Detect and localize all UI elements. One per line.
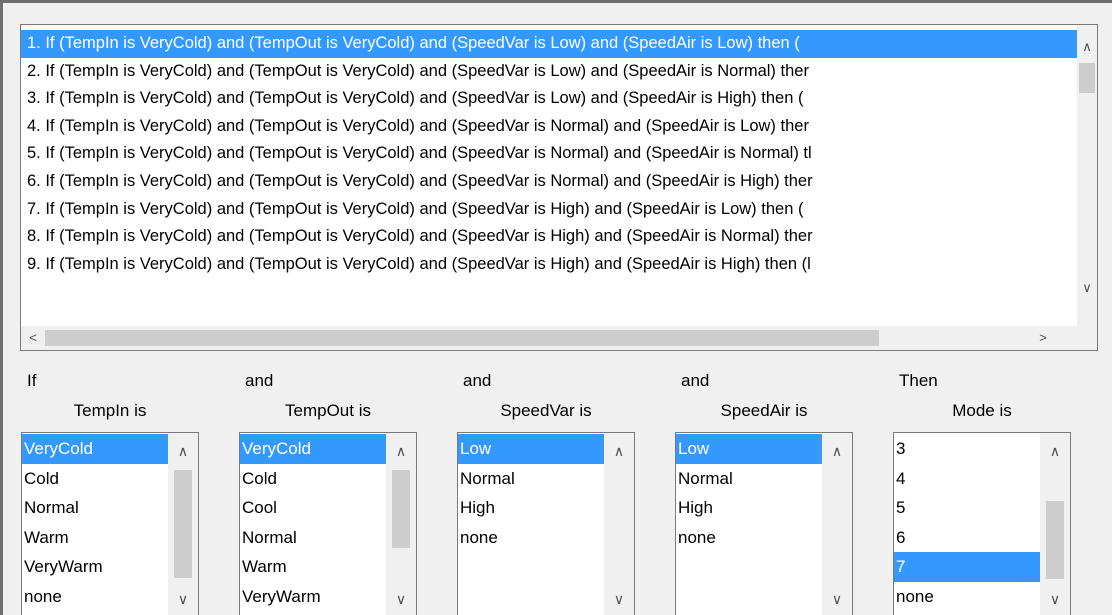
chevron-down-icon[interactable]: ∨: [168, 584, 198, 614]
rules-listbox[interactable]: 1. If (TempIn is VeryCold) and (TempOut …: [20, 24, 1098, 351]
rule-row[interactable]: 4. If (TempIn is VeryCold) and (TempOut …: [21, 113, 1079, 141]
if-connector-label: If: [27, 371, 37, 390]
rule-row[interactable]: 6. If (TempIn is VeryCold) and (TempOut …: [21, 168, 1079, 196]
chevron-down-icon[interactable]: ∨: [386, 584, 416, 614]
tempout-scrollbar[interactable]: ∧ ∨: [386, 433, 416, 615]
list-item[interactable]: Low: [458, 434, 606, 464]
tempin-title: TempIn is: [73, 401, 147, 420]
chevron-up-icon[interactable]: ∧: [1040, 436, 1070, 466]
list-item[interactable]: VeryCold: [22, 434, 170, 464]
tempout-items: VeryCold Cold Cool Normal Warm VeryWarm: [240, 434, 388, 611]
chevron-up-icon[interactable]: ∧: [822, 436, 852, 466]
rule-row[interactable]: 3. If (TempIn is VeryCold) and (TempOut …: [21, 85, 1079, 113]
speedair-listbox[interactable]: Low Normal High none ∧ ∨: [675, 432, 853, 615]
speedair-items: Low Normal High none: [676, 434, 824, 552]
rule-row[interactable]: 2. If (TempIn is VeryCold) and (TempOut …: [21, 58, 1079, 86]
list-item[interactable]: 3: [894, 434, 1042, 464]
list-item[interactable]: VeryCold: [240, 434, 388, 464]
chevron-down-icon[interactable]: ∨: [1077, 278, 1097, 298]
mode-scrollbar[interactable]: ∧ ∨: [1040, 433, 1070, 615]
rules-horizontal-scroll-thumb[interactable]: [45, 330, 879, 346]
rule-editor-panel: 1. If (TempIn is VeryCold) and (TempOut …: [0, 0, 1112, 615]
tempout-title: TempOut is: [285, 401, 371, 420]
list-item[interactable]: 7: [894, 552, 1042, 582]
chevron-up-icon[interactable]: ∧: [386, 436, 416, 466]
list-item[interactable]: Normal: [240, 523, 388, 553]
rule-row[interactable]: 9. If (TempIn is VeryCold) and (TempOut …: [21, 251, 1079, 279]
then-connector-label: Then: [899, 371, 938, 390]
mode-scroll-thumb[interactable]: [1046, 501, 1064, 579]
mode-items: 3 4 5 6 7 none: [894, 434, 1042, 611]
speedvar-scrollbar[interactable]: ∧ ∨: [604, 433, 634, 615]
list-item[interactable]: none: [22, 582, 170, 612]
list-item[interactable]: Normal: [458, 464, 606, 494]
rules-horizontal-scrollbar[interactable]: < >: [21, 326, 1097, 350]
chevron-up-icon[interactable]: ∧: [168, 436, 198, 466]
list-item[interactable]: High: [458, 493, 606, 523]
tempin-scroll-thumb[interactable]: [174, 470, 192, 578]
speedvar-listbox[interactable]: Low Normal High none ∧ ∨: [457, 432, 635, 615]
tempin-listbox[interactable]: VeryCold Cold Normal Warm VeryWarm none ∧ ∨: [21, 432, 199, 615]
and-connector-label-3: and: [681, 371, 710, 390]
chevron-down-icon[interactable]: ∨: [604, 584, 634, 614]
tempout-scroll-thumb[interactable]: [392, 470, 410, 548]
list-item[interactable]: Normal: [22, 493, 170, 523]
list-item[interactable]: Warm: [240, 552, 388, 582]
list-item[interactable]: none: [676, 523, 824, 553]
and-connector-label-2: and: [463, 371, 492, 390]
and-connector-label-1: and: [245, 371, 274, 390]
speedair-title: SpeedAir is: [720, 401, 808, 420]
list-item[interactable]: Normal: [676, 464, 824, 494]
list-item[interactable]: 5: [894, 493, 1042, 523]
chevron-right-icon[interactable]: >: [1033, 328, 1053, 348]
rules-vertical-scrollbar[interactable]: ∧ ∨: [1077, 25, 1097, 327]
list-item[interactable]: Cold: [22, 464, 170, 494]
list-item[interactable]: High: [676, 493, 824, 523]
list-item[interactable]: Cold: [240, 464, 388, 494]
rule-row[interactable]: 1. If (TempIn is VeryCold) and (TempOut …: [21, 30, 1079, 58]
rule-row[interactable]: 5. If (TempIn is VeryCold) and (TempOut …: [21, 140, 1079, 168]
tempin-scrollbar[interactable]: ∧ ∨: [168, 433, 198, 615]
rule-row[interactable]: 8. If (TempIn is VeryCold) and (TempOut …: [21, 223, 1079, 251]
mode-listbox[interactable]: 3 4 5 6 7 none ∧ ∨: [893, 432, 1071, 615]
list-item[interactable]: Low: [676, 434, 824, 464]
rule-row[interactable]: 7. If (TempIn is VeryCold) and (TempOut …: [21, 196, 1079, 224]
rules-vertical-scroll-thumb[interactable]: [1079, 63, 1095, 93]
tempout-listbox[interactable]: VeryCold Cold Cool Normal Warm VeryWarm ∧ ∨: [239, 432, 417, 615]
list-item[interactable]: 4: [894, 464, 1042, 494]
mode-title: Mode is: [952, 401, 1012, 420]
list-item[interactable]: 6: [894, 523, 1042, 553]
chevron-up-icon[interactable]: ∧: [604, 436, 634, 466]
list-item[interactable]: none: [458, 523, 606, 553]
list-item[interactable]: Cool: [240, 493, 388, 523]
chevron-down-icon[interactable]: ∨: [1040, 584, 1070, 614]
rules-list: 1. If (TempIn is VeryCold) and (TempOut …: [21, 30, 1079, 278]
tempin-items: VeryCold Cold Normal Warm VeryWarm none: [22, 434, 170, 611]
list-item[interactable]: Warm: [22, 523, 170, 553]
chevron-up-icon[interactable]: ∧: [1077, 37, 1097, 57]
chevron-left-icon[interactable]: <: [23, 328, 43, 348]
chevron-down-icon[interactable]: ∨: [822, 584, 852, 614]
speedair-scrollbar[interactable]: ∧ ∨: [822, 433, 852, 615]
list-item[interactable]: VeryWarm: [22, 552, 170, 582]
list-item[interactable]: none: [894, 582, 1042, 612]
speedvar-title: SpeedVar is: [500, 401, 592, 420]
list-item[interactable]: VeryWarm: [240, 582, 388, 612]
speedvar-items: Low Normal High none: [458, 434, 606, 552]
